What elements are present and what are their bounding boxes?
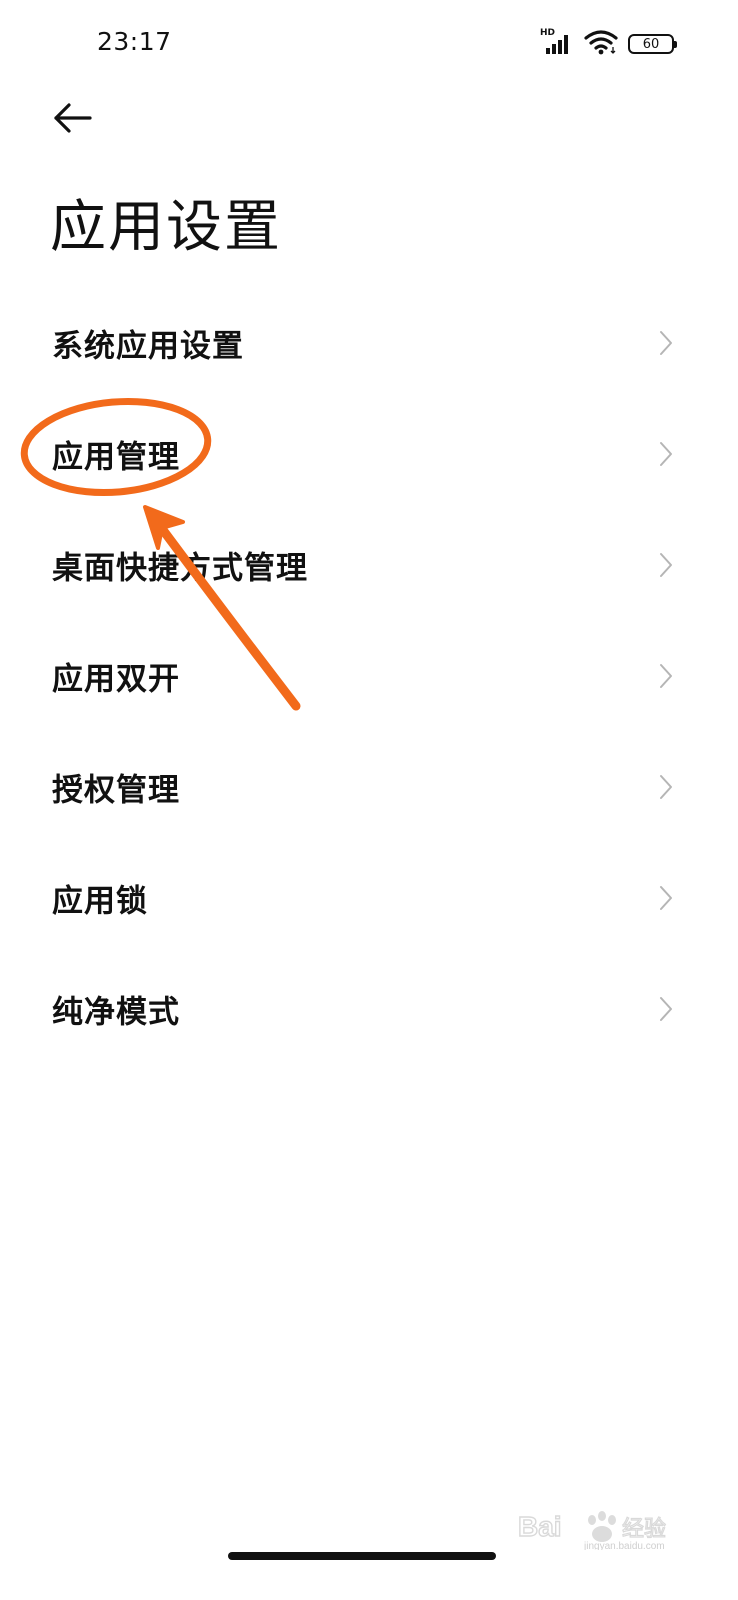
- page-title: 应用设置: [50, 195, 282, 260]
- menu-item-label: 应用双开: [52, 661, 180, 697]
- back-button[interactable]: [48, 96, 100, 140]
- baidu-jingyan-watermark: Bai 经验 jingyan.baidu.com: [517, 1506, 698, 1552]
- hd-label: HD: [540, 28, 556, 38]
- watermark-url: jingyan.baidu.com: [583, 1541, 665, 1550]
- menu-item-label: 系统应用设置: [52, 328, 244, 364]
- chevron-right-icon: [660, 330, 672, 355]
- chevron-right-icon: [660, 774, 672, 799]
- back-arrow-icon: [54, 103, 92, 133]
- menu-item-label: 桌面快捷方式管理: [52, 550, 308, 586]
- battery-icon: 60: [628, 34, 677, 54]
- menu-item-desktop-shortcut-management[interactable]: 桌面快捷方式管理: [0, 509, 738, 620]
- status-icons: HD 60: [540, 28, 677, 59]
- menu-item-pure-mode[interactable]: 纯净模式: [0, 953, 738, 1064]
- status-bar: 23:17 HD 60: [0, 0, 738, 88]
- battery-level: 60: [642, 36, 660, 52]
- menu-item-label: 应用管理: [52, 439, 180, 475]
- menu-item-label: 授权管理: [52, 772, 180, 808]
- chevron-right-icon: [660, 441, 672, 466]
- chevron-right-icon: [660, 996, 672, 1021]
- cellular-signal-icon: HD: [540, 28, 574, 56]
- chevron-right-icon: [660, 663, 672, 688]
- baidu-paw-logo-icon: Bai 经验 jingyan.baidu.com: [517, 1510, 666, 1552]
- home-indicator[interactable]: [228, 1552, 496, 1560]
- watermark-brand: Bai: [518, 1511, 562, 1542]
- menu-item-system-app-settings[interactable]: 系统应用设置: [0, 287, 738, 398]
- menu-item-permission-management[interactable]: 授权管理: [0, 731, 738, 842]
- chevron-right-icon: [660, 552, 672, 577]
- chevron-right-icon: [660, 885, 672, 910]
- status-time: 23:17: [97, 27, 172, 56]
- menu-item-label: 应用锁: [52, 883, 148, 919]
- watermark-suffix: 经验: [622, 1517, 666, 1542]
- menu-item-app-management[interactable]: 应用管理: [0, 398, 738, 509]
- menu-item-dual-apps[interactable]: 应用双开: [0, 620, 738, 731]
- settings-menu-list: 系统应用设置 应用管理 桌面快捷方式管理 应用双开 授权管理 应用锁 纯净模式: [0, 287, 738, 1064]
- wifi-icon: [584, 29, 618, 59]
- menu-item-app-lock[interactable]: 应用锁: [0, 842, 738, 953]
- menu-item-label: 纯净模式: [52, 994, 180, 1030]
